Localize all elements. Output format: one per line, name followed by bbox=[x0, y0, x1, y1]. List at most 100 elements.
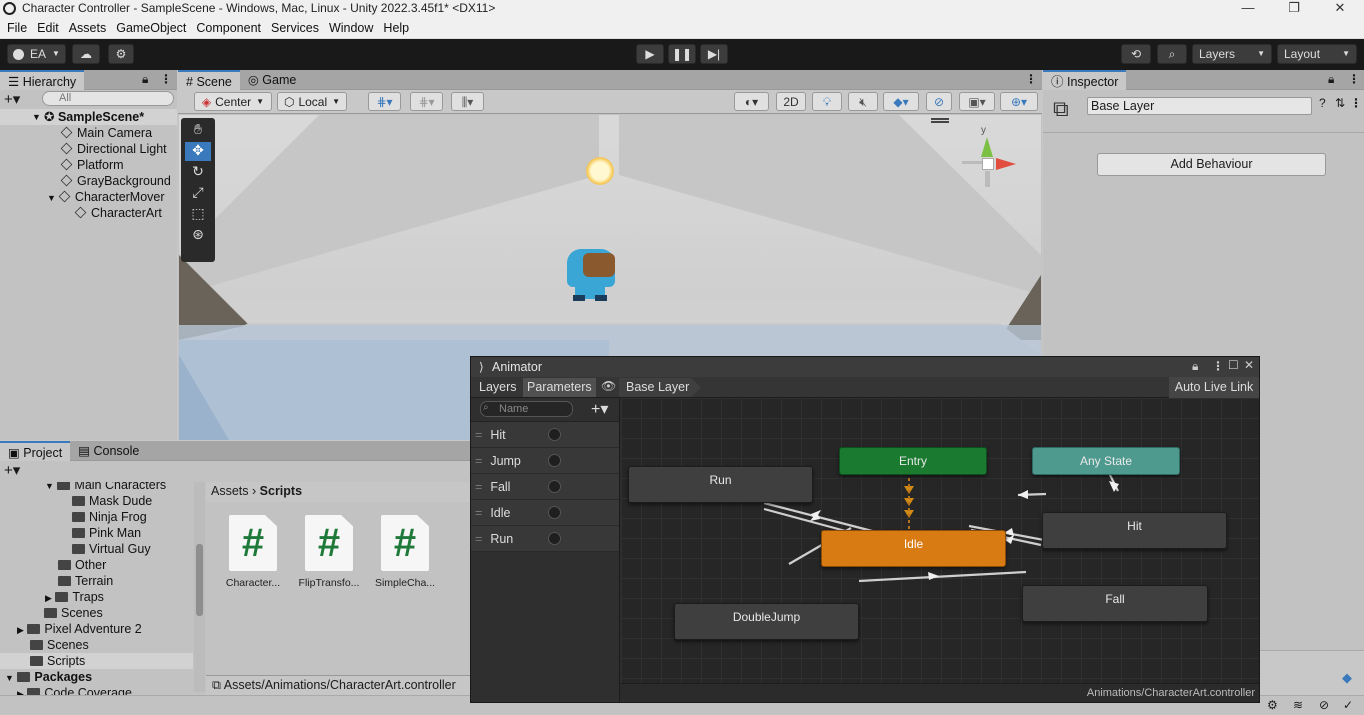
more-icon[interactable]: ⋮ bbox=[1350, 96, 1362, 110]
orientation-gizmo[interactable]: y bbox=[954, 125, 1024, 205]
collab-icon[interactable]: ⚙ bbox=[108, 44, 134, 64]
auto-live-link-button[interactable]: Auto Live Link bbox=[1169, 377, 1259, 398]
trigger-toggle[interactable] bbox=[548, 506, 561, 519]
menu-help[interactable]: Help bbox=[383, 21, 409, 35]
menu-component[interactable]: Component bbox=[196, 21, 261, 35]
effects-icon[interactable]: ◆▾ bbox=[883, 92, 919, 111]
tab-inspector[interactable]: ⓘ Inspector bbox=[1043, 69, 1127, 90]
hierarchy-search-input[interactable]: All bbox=[42, 91, 174, 106]
add-icon[interactable]: +▾ bbox=[4, 461, 20, 479]
breadcrumb-scripts[interactable]: Scripts bbox=[260, 484, 302, 498]
menu-assets[interactable]: Assets bbox=[69, 21, 107, 35]
state-run[interactable]: Run bbox=[628, 466, 813, 503]
breadcrumb-base-layer[interactable]: Base Layer bbox=[619, 378, 701, 397]
trigger-toggle[interactable] bbox=[548, 532, 561, 545]
parameter-row[interactable]: = Fall bbox=[471, 474, 619, 500]
settings-sliders-icon[interactable]: ⇅ bbox=[1335, 96, 1345, 110]
parameter-row[interactable]: = Hit bbox=[471, 422, 619, 448]
camera-icon[interactable]: ▣▾ bbox=[959, 92, 995, 111]
drag-handle-icon[interactable] bbox=[931, 118, 949, 123]
drag-handle-icon[interactable]: = bbox=[475, 428, 482, 442]
folder-item[interactable]: ▼ Packages bbox=[0, 669, 193, 685]
state-idle[interactable]: Idle bbox=[821, 530, 1006, 567]
minimize-icon[interactable]: — bbox=[1225, 0, 1271, 17]
add-behaviour-button[interactable]: Add Behaviour bbox=[1097, 153, 1326, 176]
search-icon[interactable]: ⌕ bbox=[1157, 44, 1187, 64]
drag-handle-icon[interactable]: = bbox=[475, 506, 482, 520]
asset-script[interactable]: # SimpleCha... bbox=[373, 515, 437, 589]
tree-scrollbar[interactable] bbox=[194, 482, 205, 692]
tab-parameters[interactable]: Parameters bbox=[523, 378, 596, 397]
lock-icon[interactable]: 🔒︎ bbox=[142, 72, 148, 87]
rect-tool-icon[interactable]: ⬚ bbox=[185, 205, 211, 224]
folder-item[interactable]: Terrain bbox=[0, 573, 193, 589]
drag-handle-icon[interactable]: = bbox=[475, 480, 482, 494]
account-dropdown[interactable]: EA ▼ bbox=[7, 44, 66, 64]
expand-arrow-icon[interactable]: ▶ bbox=[45, 593, 52, 603]
hand-tool-icon[interactable]: ✋︎ bbox=[185, 121, 211, 140]
expand-arrow-icon[interactable]: ▼ bbox=[47, 193, 56, 203]
state-any[interactable]: Any State bbox=[1032, 447, 1180, 475]
more-icon[interactable]: ⋮ bbox=[1025, 72, 1037, 86]
folder-item[interactable]: ▶ Pixel Adventure 2 bbox=[0, 621, 193, 637]
trigger-toggle[interactable] bbox=[548, 480, 561, 493]
layout-dropdown[interactable]: Layout ▼ bbox=[1277, 44, 1357, 64]
state-fall[interactable]: Fall bbox=[1022, 585, 1208, 622]
asset-script[interactable]: # FlipTransfo... bbox=[297, 515, 361, 589]
folder-item[interactable]: Scenes bbox=[0, 605, 193, 621]
add-parameter-icon[interactable]: +▾ bbox=[591, 399, 608, 419]
folder-item[interactable]: Scenes bbox=[0, 637, 193, 653]
lock-icon[interactable]: 🔒︎ bbox=[1328, 72, 1334, 87]
pivot-dropdown[interactable]: ◈ Center ▼ bbox=[194, 92, 272, 111]
hierarchy-item[interactable]: CharacterArt bbox=[0, 205, 177, 221]
layer-name-field[interactable]: Base Layer bbox=[1087, 97, 1312, 115]
menu-file[interactable]: File bbox=[7, 21, 27, 35]
tag-icon[interactable]: ◆ bbox=[1342, 670, 1358, 686]
rotate-tool-icon[interactable]: ↻ bbox=[185, 163, 211, 182]
step-button[interactable]: ▶| bbox=[700, 44, 728, 64]
state-entry[interactable]: Entry bbox=[839, 447, 987, 475]
pause-button[interactable]: ❚❚ bbox=[668, 44, 696, 64]
gizmos-icon[interactable]: ⊕▾ bbox=[1000, 92, 1038, 111]
parameter-row[interactable]: = Run bbox=[471, 526, 619, 552]
menu-gameobject[interactable]: GameObject bbox=[116, 21, 186, 35]
more-icon[interactable]: ⋮ bbox=[1348, 72, 1360, 86]
layers-status-icon[interactable]: ≋ bbox=[1293, 698, 1303, 712]
character-sprite[interactable] bbox=[565, 245, 621, 303]
folder-item[interactable]: Pink Man bbox=[0, 525, 193, 541]
state-hit[interactable]: Hit bbox=[1042, 512, 1227, 549]
visibility-icon[interactable]: ⊘ bbox=[926, 92, 952, 111]
folder-item[interactable]: Mask Dude bbox=[0, 493, 193, 509]
help-icon[interactable]: ? bbox=[1319, 96, 1326, 110]
space-dropdown[interactable]: ⬡ Local ▼ bbox=[277, 92, 347, 111]
parameter-search-input[interactable]: Name bbox=[480, 401, 573, 417]
expand-arrow-icon[interactable]: ▶ bbox=[17, 625, 24, 635]
more-icon[interactable]: ⋮ bbox=[1212, 359, 1224, 373]
move-tool-icon[interactable]: ✥ bbox=[185, 142, 211, 161]
expand-arrow-icon[interactable]: ▼ bbox=[5, 673, 14, 683]
folder-item[interactable]: ▼ Main Characters bbox=[0, 482, 193, 493]
debug-icon[interactable]: ⚙ bbox=[1267, 698, 1278, 712]
tab-project[interactable]: ▣ Project bbox=[0, 440, 71, 461]
hierarchy-item[interactable]: Directional Light bbox=[0, 141, 177, 157]
folder-item[interactable]: Scripts bbox=[0, 653, 193, 669]
scene-item[interactable]: ▼ ✪ SampleScene* bbox=[0, 109, 177, 125]
folder-item[interactable]: ▶ Code Coverage bbox=[0, 685, 193, 695]
expand-arrow-icon[interactable]: ▼ bbox=[45, 482, 54, 491]
asset-script[interactable]: # Character... bbox=[221, 515, 285, 589]
hierarchy-item[interactable]: ▼ CharacterMover bbox=[0, 189, 177, 205]
play-button[interactable]: ▶ bbox=[636, 44, 664, 64]
history-icon[interactable]: ⟲ bbox=[1121, 44, 1151, 64]
scale-tool-icon[interactable]: ⤢ bbox=[185, 184, 211, 203]
state-doublejump[interactable]: DoubleJump bbox=[674, 603, 859, 640]
cloud-icon[interactable]: ☁ bbox=[72, 44, 100, 64]
drag-handle-icon[interactable]: = bbox=[475, 454, 482, 468]
close-icon[interactable]: ✕ bbox=[1317, 0, 1363, 17]
folder-item[interactable]: Ninja Frog bbox=[0, 509, 193, 525]
more-icon[interactable]: ⋮ bbox=[160, 72, 172, 86]
grid-toggle-icon[interactable]: ⋕▾ bbox=[410, 92, 443, 111]
add-icon[interactable]: +▾ bbox=[4, 90, 20, 108]
folder-item[interactable]: Virtual Guy bbox=[0, 541, 193, 557]
toggle-2d-button[interactable]: 2D bbox=[776, 92, 806, 111]
folder-item[interactable]: Other bbox=[0, 557, 193, 573]
